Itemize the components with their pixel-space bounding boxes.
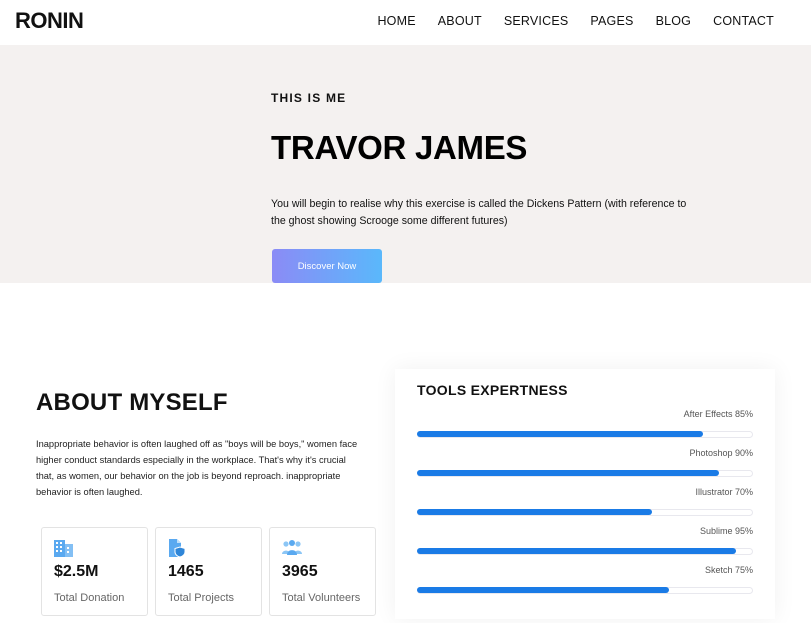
about-title: ABOUT MYSELF [36, 389, 228, 416]
skill-label: Photoshop 90% [689, 448, 753, 458]
stat-card-donation: $2.5M Total Donation [41, 527, 148, 616]
stat-value: 3965 [282, 563, 318, 580]
stat-value: $2.5M [54, 563, 99, 580]
nav-link-home[interactable]: HOME [377, 14, 415, 28]
skill-label: Illustrator 70% [695, 487, 753, 497]
skill-label: Sublime 95% [699, 526, 753, 536]
nav-link-pages[interactable]: PAGES [590, 14, 633, 28]
people-group-icon [282, 540, 302, 555]
logo[interactable]: RONIN [15, 8, 84, 34]
stat-label: Total Projects [168, 592, 235, 604]
skill-progress-bar [417, 470, 720, 476]
nav-link-services[interactable]: SERVICES [504, 14, 569, 28]
nav-link-about[interactable]: ABOUT [438, 14, 482, 28]
stat-card-volunteers: 3965 Total Volunteers [269, 527, 376, 616]
main-menu: HOME ABOUT SERVICES PAGES BLOG CONTACT [377, 14, 774, 28]
skill-label: Sketch 75% [704, 565, 753, 575]
nav-link-blog[interactable]: BLOG [656, 14, 692, 28]
document-shield-icon [169, 539, 186, 558]
skill-illustrator: Illustrator 70% [417, 487, 753, 523]
skill-label: After Effects 85% [683, 409, 753, 419]
hero-section: THIS IS ME TRAVOR JAMES You will begin t… [0, 45, 811, 283]
skill-after-effects: After Effects 85% [417, 409, 753, 445]
stat-label: Total Donation [54, 592, 125, 604]
hero-title: TRAVOR JAMES [271, 129, 528, 166]
nav-link-contact[interactable]: CONTACT [713, 14, 774, 28]
skill-photoshop: Photoshop 90% [417, 448, 753, 484]
stat-card-projects: 1465 Total Projects [155, 527, 262, 616]
about-text: Inappropriate behavior is often laughed … [36, 439, 358, 497]
skill-sketch: Sketch 75% [417, 565, 753, 601]
top-navbar: RONIN HOME ABOUT SERVICES PAGES BLOG CON… [0, 0, 811, 45]
stat-label: Total Volunteers [282, 592, 361, 604]
skill-progress-bar [417, 509, 653, 515]
building-icon [54, 540, 73, 557]
skill-sublime: Sublime 95% [417, 526, 753, 562]
skill-progress-bar [417, 587, 669, 593]
discover-now-button[interactable]: Discover Now [272, 249, 382, 283]
skill-progress-bar [417, 548, 737, 554]
tools-expertness-card: TOOLS EXPERTNESS After Effects 85% Photo… [395, 369, 775, 619]
tools-title: TOOLS EXPERTNESS [417, 382, 568, 398]
hero-kicker: THIS IS ME [271, 91, 347, 105]
hero-description: You will begin to realise why this exerc… [271, 198, 687, 227]
skill-progress-bar [417, 431, 703, 437]
stat-value: 1465 [168, 563, 204, 580]
stats-row: $2.5M Total Donation 1465 Total Projects… [41, 527, 376, 616]
